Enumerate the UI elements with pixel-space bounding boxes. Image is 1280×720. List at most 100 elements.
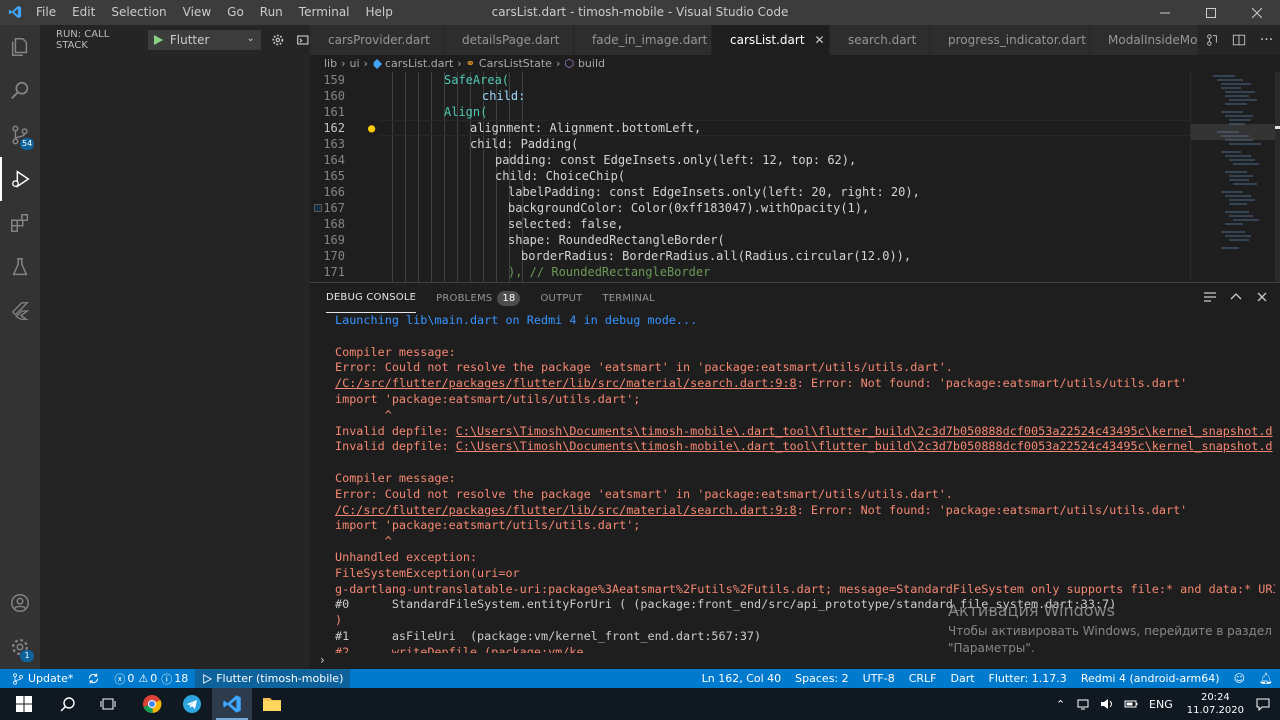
breadcrumb-item[interactable]: build: [578, 57, 605, 70]
tab-cars-provider[interactable]: carsProvider.dart: [310, 25, 444, 55]
console-file-link[interactable]: C:\Users\Timosh\Documents\timosh-mobile\…: [456, 424, 1273, 438]
remote-status[interactable]: Update*: [0, 672, 80, 685]
manage-button[interactable]: 1: [0, 625, 40, 669]
menu-help[interactable]: Help: [358, 0, 401, 25]
explorer-button[interactable]: [0, 25, 40, 69]
start-debug-icon[interactable]: [152, 34, 164, 46]
volume-icon[interactable]: [1100, 697, 1114, 711]
console-file-link[interactable]: /C:/src/flutter/packages/flutter/lib/src…: [335, 376, 797, 390]
tab-cars-list[interactable]: carsList.dart ✕: [712, 25, 830, 55]
menu-view[interactable]: View: [175, 0, 219, 25]
tab-debug-console[interactable]: DEBUG CONSOLE: [326, 283, 417, 313]
lightbulb-icon[interactable]: ●: [368, 120, 375, 136]
task-view-button[interactable]: [88, 688, 128, 720]
battery-icon[interactable]: [1124, 697, 1138, 711]
indentation[interactable]: Spaces: 2: [788, 672, 855, 685]
line-number: 169: [323, 233, 345, 247]
code-editor[interactable]: 159 SafeArea( 160 child: 161 Align( 162 ● ali…: [310, 72, 1280, 282]
minimap[interactable]: [1190, 72, 1280, 282]
search-button[interactable]: [0, 69, 40, 113]
debug-console-output[interactable]: Launching lib\main.dart on Redmi 4 in de…: [335, 313, 1275, 653]
debug-status[interactable]: Flutter (timosh-mobile): [195, 669, 351, 688]
more-actions-icon[interactable]: ···: [1260, 32, 1273, 48]
tab-output[interactable]: OUTPUT: [540, 283, 582, 313]
tab-search[interactable]: search.dart: [830, 25, 930, 55]
minimize-button[interactable]: [1142, 0, 1188, 25]
menu-edit[interactable]: Edit: [64, 0, 103, 25]
breadcrumb-item[interactable]: ui: [350, 57, 360, 70]
activation-watermark-title: Активация Windows: [948, 601, 1115, 620]
flutter-version[interactable]: Flutter: 1.17.3: [982, 672, 1074, 685]
folder-icon: [263, 698, 281, 711]
extensions-button[interactable]: [0, 201, 40, 245]
menu-selection[interactable]: Selection: [103, 0, 174, 25]
branch-label: Update*: [28, 672, 74, 685]
launch-config-select[interactable]: Flutter ⌄: [147, 30, 261, 50]
encoding[interactable]: UTF-8: [856, 672, 902, 685]
menu-file[interactable]: File: [28, 0, 64, 25]
network-icon[interactable]: [1076, 697, 1090, 711]
notification-center-icon[interactable]: [1256, 697, 1270, 711]
feedback-button[interactable]: ☺: [1227, 672, 1252, 685]
tab-fade-in-image[interactable]: fade_in_image.dart: [574, 25, 712, 55]
tab-problems[interactable]: PROBLEMS 18: [436, 283, 521, 313]
testing-button[interactable]: [0, 245, 40, 289]
language-mode[interactable]: Dart: [943, 672, 981, 685]
console-line: g-dartlang-untranslatable-uri:package%3A…: [335, 581, 1275, 596]
menu-run[interactable]: Run: [252, 0, 291, 25]
console-line: import 'package:eatsmart/utils/utils.dar…: [335, 391, 641, 406]
console-file-link[interactable]: C:\Users\Timosh\Documents\timosh-mobile\…: [456, 439, 1273, 453]
run-debug-icon: [12, 170, 30, 188]
sync-button[interactable]: [80, 672, 107, 685]
extensions-icon: [11, 214, 29, 232]
notifications-button[interactable]: 🔔︎: [1252, 672, 1280, 685]
chevron-up-icon[interactable]: ⌃: [1056, 698, 1065, 711]
line-ending[interactable]: CRLF: [902, 672, 944, 685]
vscode-taskbar-button[interactable]: [212, 688, 252, 720]
breadcrumb-item[interactable]: lib: [324, 57, 337, 70]
line-number: 170: [323, 249, 345, 263]
breadcrumb-item[interactable]: CarsListState: [479, 57, 552, 70]
close-window-button[interactable]: [1234, 0, 1280, 25]
device-selector[interactable]: Redmi 4 (android-arm64): [1074, 672, 1227, 685]
taskbar-search-button[interactable]: [48, 688, 88, 720]
start-button[interactable]: [0, 688, 48, 720]
tab-label: progress_indicator.dart: [948, 33, 1086, 47]
run-debug-button[interactable]: [0, 157, 40, 201]
console-line: ^: [335, 407, 392, 422]
clear-console-icon[interactable]: [1202, 289, 1218, 305]
close-tab-icon[interactable]: ✕: [815, 33, 825, 47]
console-text: : Error: Not found: 'package:eatsmart/ut…: [796, 376, 1188, 391]
source-control-button[interactable]: 54: [0, 113, 40, 157]
clock[interactable]: 20:24 11.07.2020: [1187, 691, 1244, 717]
console-input-prompt[interactable]: ›: [320, 653, 325, 667]
gear-icon[interactable]: [271, 33, 285, 47]
maximize-panel-icon[interactable]: [1228, 289, 1244, 305]
tab-terminal[interactable]: TERMINAL: [602, 283, 654, 313]
telegram-taskbar-button[interactable]: [172, 688, 212, 720]
split-editor-icon[interactable]: [1232, 33, 1246, 47]
flutter-outline-button[interactable]: [0, 289, 40, 333]
explorer-taskbar-button[interactable]: [252, 688, 292, 720]
accounts-button[interactable]: [0, 581, 40, 625]
problems-status[interactable]: ⓧ 0 ⚠ 0 ⓘ 18: [107, 671, 195, 687]
menu-go[interactable]: Go: [219, 0, 252, 25]
chrome-taskbar-button[interactable]: [132, 688, 172, 720]
code-line: borderRadius: BorderRadius.all(Radius.ci…: [521, 249, 912, 263]
breadcrumb-item[interactable]: carsList.dart: [385, 57, 453, 70]
cursor-position[interactable]: Ln 162, Col 40: [695, 672, 789, 685]
tab-modal-inside-modal[interactable]: ModalInsideModa: [1090, 25, 1212, 55]
tab-progress-indicator[interactable]: progress_indicator.dart: [930, 25, 1090, 55]
open-changes-icon[interactable]: [1205, 33, 1219, 47]
run-label: RUN: CALL STACK: [56, 29, 110, 51]
console-file-link[interactable]: /C:/src/flutter/packages/flutter/lib/src…: [335, 503, 797, 517]
open-terminal-icon[interactable]: [296, 33, 310, 47]
close-panel-icon[interactable]: [1254, 289, 1270, 305]
tab-details-page[interactable]: detailsPage.dart: [444, 25, 574, 55]
input-language[interactable]: ENG: [1149, 698, 1173, 711]
bottom-panel: DEBUG CONSOLE PROBLEMS 18 OUTPUT TERMINAL…: [310, 282, 1280, 669]
menu-terminal[interactable]: Terminal: [291, 0, 358, 25]
code-line: shape: RoundedRectangleBorder(: [508, 233, 725, 247]
maximize-button[interactable]: [1188, 0, 1234, 25]
